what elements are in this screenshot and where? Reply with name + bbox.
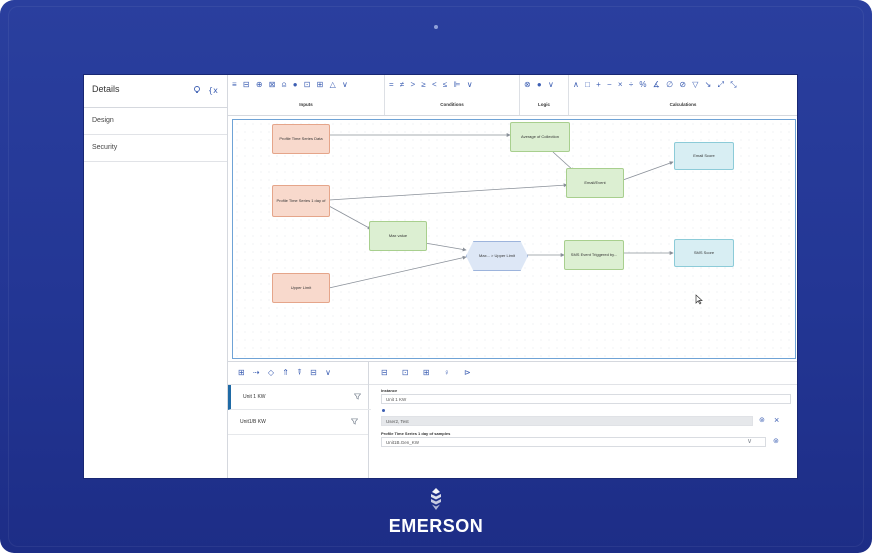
unit-label: Unit1/B KW xyxy=(240,419,266,425)
brand-wordmark: EMERSON xyxy=(388,516,484,536)
list-tools[interactable]: ⊞ ⇢ ◇ ⇑ ⍒ ⊟ ∨ xyxy=(238,368,334,378)
nav-item-label: Design xyxy=(92,117,114,124)
user-field[interactable]: User2, Test xyxy=(381,416,753,426)
detail-toolbar: ⊟ ⊡ ⊞ ♀ ⊳ xyxy=(369,362,797,385)
unit-label: Unit 1 KW xyxy=(243,394,266,400)
unit-row[interactable]: Unit1/B KW xyxy=(228,410,368,435)
close-icon[interactable]: × xyxy=(774,415,779,425)
toolbar-group-inputs: ≡ ⊟ ⊕ ⊠ ⍝ ● ⊡ ⊞ △ ∨ Inputs xyxy=(228,75,385,115)
node-label: Max... > Upper Limit xyxy=(479,252,515,258)
node-sms-score[interactable]: SMS Score xyxy=(674,239,734,267)
toolbar: ≡ ⊟ ⊕ ⊠ ⍝ ● ⊡ ⊞ △ ∨ Inputs = ≠ > ≥ < ≤ ⊫… xyxy=(228,75,797,116)
node-label: SMS Score xyxy=(693,249,715,255)
nav-item-label: Security xyxy=(92,144,118,151)
bottom-panel: ⊞ ⇢ ◇ ⇑ ⍒ ⊟ ∨ Unit 1 KW Unit1/B KW ⊟ ⊡ ⊞… xyxy=(228,361,797,478)
nav-item-design[interactable]: Design xyxy=(84,108,227,135)
node-profile-series-day[interactable]: Profile Time Series 1 day of xyxy=(272,185,330,217)
condition-tools[interactable]: = ≠ > ≥ < ≤ ⊫ ∨ xyxy=(389,80,475,89)
node-max-value[interactable]: Max value xyxy=(369,221,427,251)
list-toolbar: ⊞ ⇢ ◇ ⇑ ⍒ ⊟ ∨ xyxy=(228,362,368,385)
instance-label: Instance xyxy=(381,388,398,393)
node-label: Max value xyxy=(388,232,408,238)
node-label: Email Score xyxy=(693,152,715,158)
nav-item-security[interactable]: Security xyxy=(84,135,227,162)
series-label: Profile Time Series 1 day of samples xyxy=(381,431,451,436)
toolbar-group-logic: ⊗ ● ∨ Logic xyxy=(520,75,569,115)
node-label: Average of Collection xyxy=(521,133,559,139)
node-sms-event[interactable]: SMS Event Triggered by... xyxy=(564,240,624,270)
flow-canvas[interactable]: Profile Time Series Data Profile Time Se… xyxy=(232,119,796,359)
node-label: SMS Event Triggered by... xyxy=(570,251,618,257)
details-header: Details {x} xyxy=(84,75,227,108)
group-label-calculations: Calculations xyxy=(669,102,697,107)
instance-field[interactable]: Unit 1 KW xyxy=(381,394,791,404)
node-label: Upper Limit xyxy=(290,284,312,290)
calculation-tools[interactable]: ∧ □ + − × ÷ % ∡ ∅ ⊘ ▽ ↘ ⤢ ⤡ xyxy=(573,80,739,90)
node-upper-limit[interactable]: Upper Limit xyxy=(272,273,330,303)
unit-list-pane: ⊞ ⇢ ◇ ⇑ ⍒ ⊟ ∨ Unit 1 KW Unit1/B KW xyxy=(228,362,371,478)
node-average-collection[interactable]: Average of Collection xyxy=(510,122,570,152)
lightbulb-icon[interactable] xyxy=(192,85,202,95)
instance-detail-pane: ⊟ ⊡ ⊞ ♀ ⊳ Instance Unit 1 KW User2, Test… xyxy=(369,362,797,478)
variable-icon[interactable]: {x} xyxy=(208,85,218,95)
toolbar-group-calculations: ∧ □ + − × ÷ % ∡ ∅ ⊘ ▽ ↘ ⤢ ⤡ Calculations xyxy=(569,75,797,115)
input-tools[interactable]: ≡ ⊟ ⊕ ⊠ ⍝ ● ⊡ ⊞ △ ∨ xyxy=(232,80,350,90)
node-email-event[interactable]: Email/Event xyxy=(566,168,624,198)
filter-icon[interactable] xyxy=(354,393,361,400)
device-screen: Details {x} Design Security ≡ ⊟ ⊕ ⊠ ⍝ ● … xyxy=(83,74,798,479)
view-icon[interactable]: ⊚ xyxy=(759,416,765,424)
view-icon[interactable]: ⊚ xyxy=(773,437,779,445)
node-profile-series-data[interactable]: Profile Time Series Data xyxy=(272,124,330,154)
group-label-conditions: Conditions xyxy=(440,102,464,107)
node-label: Profile Time Series Data xyxy=(279,135,323,141)
node-email-score[interactable]: Email Score xyxy=(674,142,734,170)
mouse-cursor-icon xyxy=(695,294,703,305)
series-field[interactable]: Unit1B.Gen_KW xyxy=(381,437,766,447)
group-label-inputs: Inputs xyxy=(299,102,313,107)
filter-icon[interactable] xyxy=(351,418,358,425)
status-dot xyxy=(382,409,385,412)
logic-tools[interactable]: ⊗ ● ∨ xyxy=(524,80,556,89)
detail-tools[interactable]: ⊟ ⊡ ⊞ ♀ ⊳ xyxy=(381,368,477,377)
camera-dot xyxy=(434,25,438,29)
node-max-upper[interactable]: Max... > Upper Limit xyxy=(466,241,528,271)
details-panel: Details {x} Design Security xyxy=(84,75,228,478)
unit-row[interactable]: Unit 1 KW xyxy=(228,385,371,410)
emerson-logo-icon xyxy=(431,488,441,510)
node-label: Profile Time Series 1 day of xyxy=(276,197,326,203)
node-label: Email/Event xyxy=(584,179,606,185)
toolbar-group-conditions: = ≠ > ≥ < ≤ ⊫ ∨ Conditions xyxy=(385,75,520,115)
svg-text:{x}: {x} xyxy=(208,86,218,95)
details-title: Details xyxy=(92,84,120,94)
chevron-down-icon[interactable]: ∨ xyxy=(747,437,752,445)
group-label-logic: Logic xyxy=(538,102,550,107)
